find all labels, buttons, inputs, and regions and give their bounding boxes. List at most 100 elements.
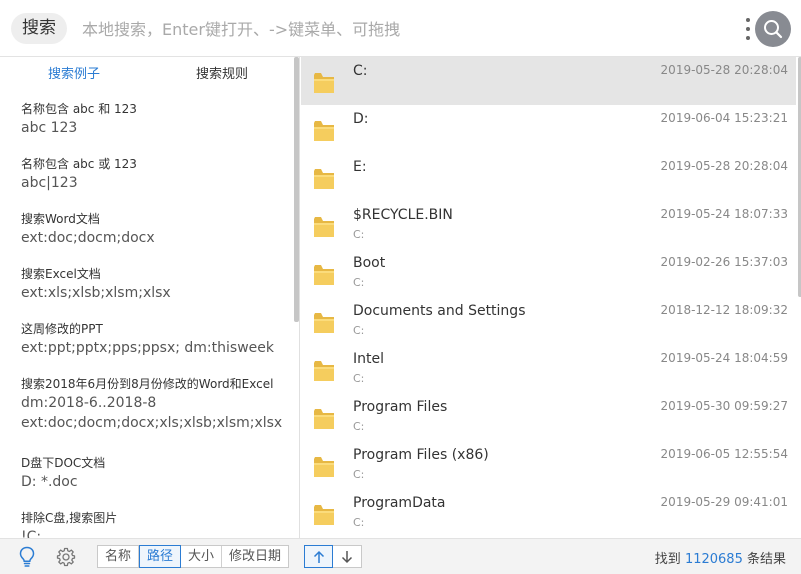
sort-by-path-button[interactable]: 路径 (139, 545, 182, 568)
file-modified-date: 2019-05-24 18:04:59 (660, 351, 788, 365)
results-list: ProgramData C: 2019-05-29 09:41:01 Program … (301, 57, 801, 538)
arrow-down-icon (341, 550, 353, 563)
file-path: C: (353, 516, 365, 529)
example-query: D: *.doc (21, 474, 78, 490)
example-title: 排除C盘,搜索图片 (21, 511, 118, 525)
example-item[interactable]: 搜索2018年6月份到8月份修改的Word和Excel dm:2018-6..2… (0, 370, 296, 449)
example-title: 名称包含 abc 和 123 (21, 102, 137, 116)
file-modified-date: 2019-05-24 18:07:33 (660, 207, 788, 221)
example-title: 搜索Word文档 (21, 212, 100, 226)
file-path: C: (353, 276, 365, 289)
folder-icon (314, 361, 334, 381)
file-modified-date: 2019-05-29 09:41:01 (660, 495, 788, 509)
search-button[interactable] (755, 11, 791, 47)
folder-icon (314, 265, 334, 285)
file-modified-date: 2019-05-30 09:59:27 (660, 399, 788, 413)
example-query: ext:doc;docm;docx (21, 230, 155, 246)
result-count-text: 找到 1120685 条结果 (655, 548, 786, 567)
example-list: 名称包含 abc 和 123 abc 123 名称包含 abc 或 123 ab… (0, 95, 296, 538)
arrow-up-icon (313, 550, 324, 563)
folder-icon (314, 73, 334, 93)
example-query: abc 123 (21, 120, 78, 136)
file-name: E: (353, 159, 367, 175)
example-query: ext:ppt;pptx;pps;ppsx; dm:thisweek (21, 340, 274, 356)
more-vertical-icon[interactable] (744, 18, 752, 40)
folder-icon (314, 409, 334, 429)
tab-search-rules[interactable]: 搜索规则 (148, 57, 296, 93)
result-row[interactable]: Documents and Settings C: 2018-12-12 18:09… (301, 297, 796, 345)
status-bar: 名称 路径 大小 修改日期 找到 1120685 条结果 (0, 538, 801, 574)
file-modified-date: 2019-05-28 20:28:04 (660, 63, 788, 77)
example-item[interactable]: D盘下DOC文档 D: *.doc (0, 449, 296, 504)
file-name: Program Files (353, 399, 448, 415)
file-name: ProgramData (353, 495, 446, 511)
file-name: Program Files (x86) (353, 447, 489, 463)
sort-by-date-button[interactable]: 修改日期 (222, 546, 288, 567)
file-name: Intel (353, 351, 384, 367)
search-help-panel: 搜索例子 搜索规则 名称包含 abc 和 123 abc 123 名称包含 ab… (0, 57, 300, 538)
file-name: D: (353, 111, 369, 127)
example-item[interactable]: 排除C盘,搜索图片 !C: (0, 504, 296, 538)
result-row[interactable]: ProgramData C: 2019-05-29 09:41:01 (301, 489, 796, 537)
result-suffix: 条结果 (746, 552, 786, 567)
file-modified-date: 2018-12-12 18:09:32 (660, 303, 788, 317)
sort-field-group: 名称 路径 大小 修改日期 (97, 545, 290, 568)
result-row[interactable]: C: 2019-05-28 20:28:04 (301, 57, 796, 105)
example-item[interactable]: 搜索Excel文档 ext:xls;xlsb;xlsm;xlsx (0, 260, 296, 315)
example-query: ext:xls;xlsb;xlsm;xlsx (21, 285, 171, 301)
result-row[interactable]: Program Files C: 2019-05-30 09:59:27 (301, 393, 796, 441)
search-mode-tag[interactable]: 搜索 (11, 13, 67, 44)
sort-descending-button[interactable] (333, 546, 361, 567)
result-row[interactable]: E: 2019-05-28 20:28:04 (301, 153, 796, 201)
search-icon (764, 20, 783, 39)
example-title: D盘下DOC文档 (21, 456, 106, 470)
folder-icon (314, 169, 334, 189)
example-item[interactable]: 搜索Word文档 ext:doc;docm;docx (0, 205, 296, 260)
folder-icon (314, 505, 334, 525)
folder-icon (314, 217, 334, 237)
example-query: !C: (21, 529, 42, 538)
search-input[interactable] (82, 14, 722, 44)
example-query: abc|123 (21, 175, 78, 191)
folder-icon (314, 313, 334, 333)
file-modified-date: 2019-06-04 15:23:21 (660, 111, 788, 125)
result-row[interactable]: Boot C: 2019-02-26 15:37:03 (301, 249, 796, 297)
tab-search-examples[interactable]: 搜索例子 (0, 57, 148, 93)
search-bar: 搜索 (0, 0, 801, 57)
example-query: ext:doc;docm;docx;xls;xlsb;xlsm;xlsx (21, 415, 283, 431)
file-path: C: (353, 324, 365, 337)
sort-ascending-button[interactable] (304, 545, 333, 568)
file-path: C: (353, 372, 365, 385)
folder-icon (314, 121, 334, 141)
result-row[interactable]: $RECYCLE.BIN C: 2019-05-24 18:07:33 (301, 201, 796, 249)
file-path: C: (353, 228, 365, 241)
gear-icon[interactable] (56, 547, 76, 567)
result-prefix: 找到 (654, 552, 681, 567)
result-row[interactable]: Program Files (x86) C: 2019-06-05 12:55:54 (301, 441, 796, 489)
file-modified-date: 2019-02-26 15:37:03 (660, 255, 788, 269)
lightbulb-icon[interactable] (18, 546, 36, 568)
example-title: 名称包含 abc 或 123 (21, 157, 137, 171)
example-item[interactable]: 名称包含 abc 和 123 abc 123 (0, 95, 296, 150)
example-query: dm:2018-6..2018-8 (21, 395, 157, 411)
example-title: 搜索2018年6月份到8月份修改的Word和Excel (21, 377, 274, 391)
example-title: 搜索Excel文档 (21, 267, 101, 281)
folder-icon (314, 457, 334, 477)
sort-by-size-button[interactable]: 大小 (181, 546, 223, 567)
file-modified-date: 2019-05-28 20:28:04 (660, 159, 788, 173)
file-name: Boot (353, 255, 386, 271)
example-title: 这周修改的PPT (21, 322, 103, 336)
sort-direction-group (304, 545, 362, 568)
result-row[interactable]: D: 2019-06-04 15:23:21 (301, 105, 796, 153)
file-name: Documents and Settings (353, 303, 526, 319)
file-name: C: (353, 63, 368, 79)
file-path: C: (353, 468, 365, 481)
file-modified-date: 2019-06-05 12:55:54 (660, 447, 788, 461)
example-item[interactable]: 名称包含 abc 或 123 abc|123 (0, 150, 296, 205)
result-row[interactable]: Intel C: 2019-05-24 18:04:59 (301, 345, 796, 393)
left-scrollbar[interactable] (294, 57, 299, 322)
file-name: $RECYCLE.BIN (353, 207, 453, 223)
sort-by-name-button[interactable]: 名称 (98, 546, 140, 567)
file-path: C: (353, 420, 365, 433)
example-item[interactable]: 这周修改的PPT ext:ppt;pptx;pps;ppsx; dm:thisw… (0, 315, 296, 370)
